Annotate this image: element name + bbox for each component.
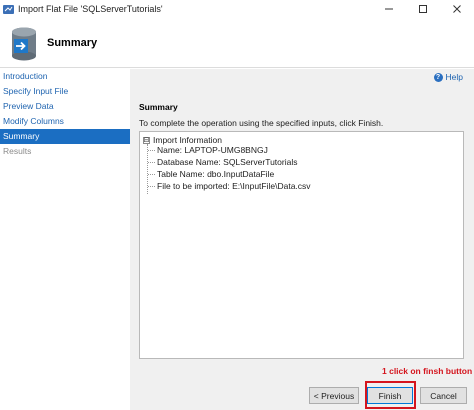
tree-item-database: Database Name: SQLServerTutorials — [157, 157, 298, 167]
help-link[interactable]: ? Help — [433, 72, 463, 82]
tree-root-label: Import Information — [153, 135, 222, 145]
annotation-text: 1 click on finsh button — [382, 366, 473, 376]
nav-item-modify-columns[interactable]: Modify Columns — [0, 114, 130, 129]
summary-tree: ⊟ Import Information Name: LAPTOP-UMG8BN… — [139, 131, 464, 359]
database-import-icon — [7, 26, 41, 62]
instruction-text: To complete the operation using the spec… — [139, 118, 384, 128]
tree-connector — [148, 150, 155, 151]
finish-button[interactable]: Finish — [367, 387, 413, 404]
nav-item-preview-data[interactable]: Preview Data — [0, 99, 130, 114]
nav-item-specify-input-file[interactable]: Specify Input File — [0, 84, 130, 99]
page-title: Summary — [47, 37, 98, 49]
tree-connector — [148, 162, 155, 163]
tree-item-table: Table Name: dbo.InputDataFile — [157, 169, 275, 179]
help-label: Help — [445, 72, 463, 82]
window-controls — [372, 0, 474, 18]
cancel-button[interactable]: Cancel — [420, 387, 467, 404]
section-title: Summary — [139, 102, 178, 112]
tree-item-file: File to be imported: E:\InputFile\Data.c… — [157, 181, 311, 191]
help-icon: ? — [433, 72, 443, 82]
title-bar: Import Flat File 'SQLServerTutorials' — [0, 0, 474, 18]
maximize-icon[interactable] — [406, 0, 440, 18]
content-pane: ? Help Summary To complete the operation… — [130, 69, 474, 410]
tree-root: ⊟ Import Information — [143, 135, 222, 145]
wizard-header: Summary — [0, 18, 474, 68]
tree-connector — [148, 186, 155, 187]
nav-item-introduction[interactable]: Introduction — [0, 69, 130, 84]
window-title: Import Flat File 'SQLServerTutorials' — [18, 4, 163, 14]
previous-button[interactable]: < Previous — [309, 387, 359, 404]
tree-connector — [148, 174, 155, 175]
minimize-icon[interactable] — [372, 0, 406, 18]
collapse-icon[interactable]: ⊟ — [143, 136, 150, 144]
close-icon[interactable] — [440, 0, 474, 18]
app-icon — [3, 4, 14, 15]
nav-item-summary[interactable]: Summary — [0, 129, 130, 144]
nav-item-results: Results — [3, 146, 32, 156]
tree-item-name: Name: LAPTOP-UMG8BNGJ — [157, 145, 268, 155]
wizard-nav: Introduction Specify Input File Preview … — [0, 69, 130, 410]
